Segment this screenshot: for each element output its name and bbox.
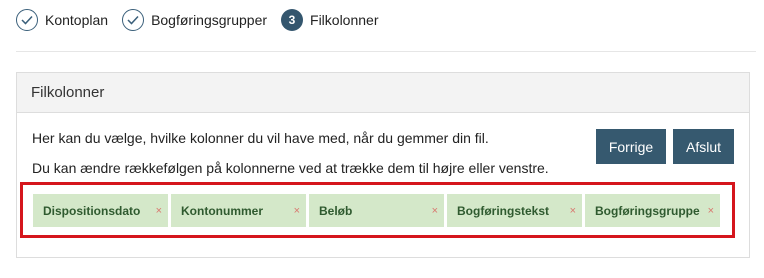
check-circle-icon xyxy=(122,9,145,31)
step-kontoplan[interactable]: Kontoplan xyxy=(16,9,108,31)
column-chip[interactable]: Dispositionsdato × xyxy=(33,194,168,227)
step-bogforingsgrupper[interactable]: Bogføringsgrupper xyxy=(122,9,267,31)
remove-icon[interactable]: × xyxy=(708,205,714,217)
divider xyxy=(16,51,756,52)
remove-icon[interactable]: × xyxy=(570,205,576,217)
description-text: Du kan ændre rækkefølgen på kolonnerne v… xyxy=(32,160,549,176)
column-chip-list: Dispositionsdato × Kontonummer × Beløb ×… xyxy=(33,194,723,227)
column-chip-label: Kontonummer xyxy=(181,203,263,218)
remove-icon[interactable]: × xyxy=(432,205,438,217)
step-filkolonner: 3 Filkolonner xyxy=(281,9,379,31)
step-label: Bogføringsgrupper xyxy=(151,12,268,28)
column-chip[interactable]: Beløb × xyxy=(309,194,444,227)
column-chip-label: Beløb xyxy=(319,203,353,218)
step-label: Filkolonner xyxy=(310,12,379,28)
remove-icon[interactable]: × xyxy=(156,205,162,217)
column-chip-label: Bogføringsgruppe xyxy=(595,203,700,218)
previous-button[interactable]: Forrige xyxy=(596,129,666,164)
stepper: Kontoplan Bogføringsgrupper 3 Filkolonne… xyxy=(16,9,393,31)
step-label: Kontoplan xyxy=(45,12,109,28)
check-circle-icon xyxy=(16,9,38,31)
column-chip[interactable]: Bogføringsgruppe × xyxy=(585,194,720,227)
column-chip[interactable]: Kontonummer × xyxy=(171,194,306,227)
finish-button[interactable]: Afslut xyxy=(673,129,734,164)
description-text: Her kan du vælge, hvilke kolonner du vil… xyxy=(32,130,489,146)
step-number-badge: 3 xyxy=(281,9,304,31)
column-chip-label: Bogføringstekst xyxy=(457,203,550,218)
panel-title: Filkolonner xyxy=(17,73,749,113)
column-chip[interactable]: Bogføringstekst × xyxy=(447,194,582,227)
column-chip-label: Dispositionsdato xyxy=(43,203,141,218)
remove-icon[interactable]: × xyxy=(294,205,300,217)
